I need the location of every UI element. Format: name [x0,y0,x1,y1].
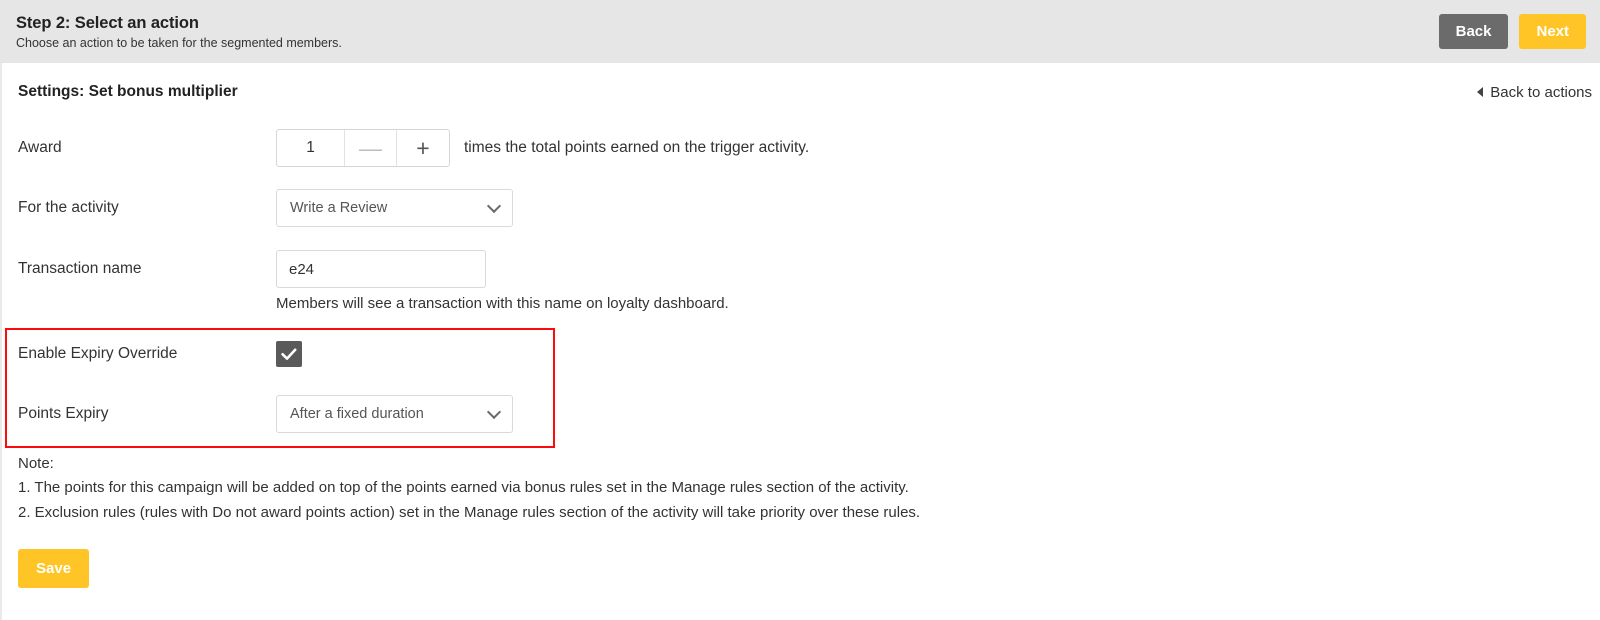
transaction-name-label: Transaction name [18,260,142,277]
chevron-down-icon [486,198,502,214]
check-icon [281,348,297,360]
step-header-bar: Step 2: Select an action Choose an actio… [0,0,1600,63]
award-increment-button[interactable]: + [397,130,449,166]
settings-header-row: Settings: Set bonus multiplier Back to a… [2,83,1600,101]
back-button[interactable]: Back [1438,14,1509,49]
back-to-actions-link[interactable]: Back to actions [1477,84,1592,101]
activity-label: For the activity [18,199,119,216]
step-header-text-group: Step 2: Select an action Choose an actio… [16,14,342,50]
points-expiry-label: Points Expiry [18,405,109,422]
page-title: Step 2: Select an action [16,13,199,32]
page-subtitle: Choose an action to be taken for the seg… [16,35,342,50]
award-suffix-text: times the total points earned on the tri… [464,139,810,156]
triangle-left-icon [1477,87,1484,97]
settings-title: Settings: Set bonus multiplier [18,83,238,100]
award-row: Award 1 — + times the total points earne… [2,129,1600,167]
back-to-actions-label: Back to actions [1490,83,1592,101]
activity-row: For the activity Write a Review [2,189,1600,227]
notes-heading: Note: [18,455,54,472]
transaction-name-input[interactable] [276,250,486,288]
points-expiry-selected-value: After a fixed duration [290,406,424,422]
settings-panel: Settings: Set bonus multiplier Back to a… [0,63,1600,620]
activity-selected-value: Write a Review [290,200,388,216]
award-value[interactable]: 1 [277,130,345,166]
expiry-override-checkbox[interactable] [276,341,302,367]
save-button[interactable]: Save [18,549,90,588]
award-quantity-stepper[interactable]: 1 — + [276,129,450,167]
expiry-override-label: Enable Expiry Override [18,345,178,362]
chevron-down-icon [486,404,502,420]
notes-block: Note: 1. The points for this campaign wi… [18,455,920,521]
expiry-override-row: Enable Expiry Override [2,341,1600,367]
award-decrement-button[interactable]: — [345,130,397,166]
award-label: Award [18,139,62,156]
transaction-name-row: Transaction name [2,250,1600,288]
note-item-1: 1. The points for this campaign will be … [18,479,909,497]
note-item-2: 2. Exclusion rules (rules with Do not aw… [18,503,921,521]
points-expiry-select[interactable]: After a fixed duration [276,395,513,433]
activity-select[interactable]: Write a Review [276,189,513,227]
points-expiry-row: Points Expiry After a fixed duration [2,395,1600,433]
next-button[interactable]: Next [1519,14,1586,49]
transaction-name-helper: Members will see a transaction with this… [276,295,729,312]
step-navigation-buttons: Back Next [1438,14,1586,49]
